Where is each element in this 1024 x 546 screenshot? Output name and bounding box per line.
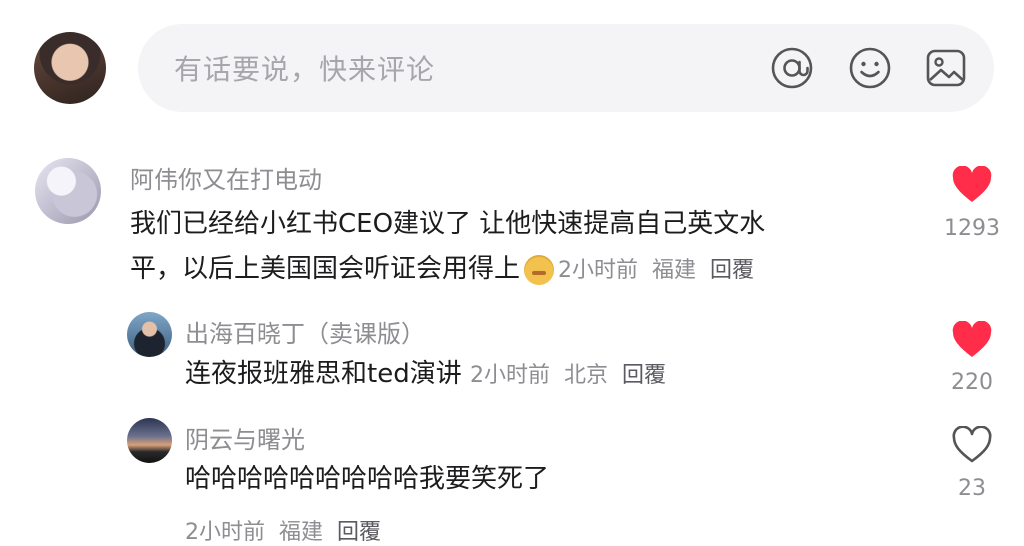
avatar[interactable]: [127, 418, 172, 463]
comment-time: 2小时前: [558, 258, 639, 283]
comment-text: 连夜报班雅思和ted演讲: [185, 359, 462, 389]
comment-input-placeholder[interactable]: 有话要说，快来评论: [174, 48, 435, 88]
heart-outline-icon[interactable]: [951, 425, 993, 464]
comment-location: 北京: [563, 363, 608, 388]
at-icon[interactable]: [770, 46, 814, 90]
comment-time: 2小时前: [185, 520, 265, 545]
comment-location: 福建: [279, 520, 324, 545]
smiley-icon[interactable]: [848, 46, 892, 90]
comment-text-line2: 平，以后上美国国会听证会用得上 2小时前 福建 回覆: [130, 246, 754, 294]
comment-time: 2小时前: [469, 363, 550, 388]
avatar[interactable]: [127, 312, 172, 357]
heart-icon[interactable]: [951, 165, 993, 204]
comment-username[interactable]: 出海百晓丁（卖课版）: [185, 314, 425, 349]
comment-meta: 2小时前 福建 回覆: [185, 514, 381, 546]
my-avatar[interactable]: [34, 32, 106, 104]
emoji-icon: [524, 254, 555, 285]
like-count: 23: [958, 476, 986, 501]
reply-button[interactable]: 回覆: [337, 520, 381, 545]
heart-icon[interactable]: [951, 320, 993, 359]
comment-text-line2-body: 平，以后上美国国会听证会用得上: [130, 254, 521, 284]
comment-username[interactable]: 阿伟你又在打电动: [130, 160, 322, 195]
reply-button[interactable]: 回覆: [710, 258, 754, 283]
comment-username[interactable]: 阴云与曙光: [185, 420, 305, 455]
comment-text: 我们已经给小红书CEO建议了 让他快速提高自己英文水: [130, 209, 766, 239]
like-count: 220: [951, 370, 993, 395]
comment-location: 福建: [652, 258, 697, 283]
comment-text: 哈哈哈哈哈哈哈哈哈我要笑死了: [185, 464, 550, 494]
comment-text-line: 连夜报班雅思和ted演讲 2小时前 北京 回覆: [185, 351, 666, 399]
avatar[interactable]: [35, 158, 101, 224]
image-icon[interactable]: [924, 46, 968, 90]
reply-button[interactable]: 回覆: [622, 363, 666, 388]
like-count: 1293: [944, 216, 1000, 241]
